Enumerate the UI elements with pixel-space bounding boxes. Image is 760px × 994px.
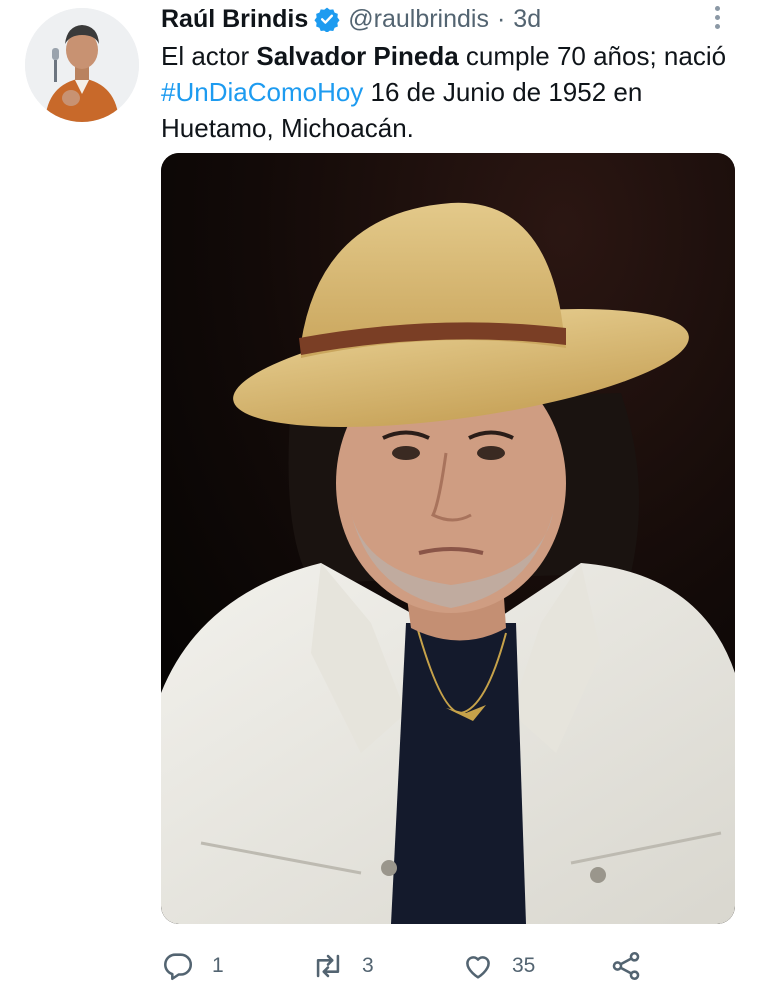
person-avatar-icon [25, 8, 139, 122]
retweet-count: 3 [362, 954, 374, 977]
reply-icon [164, 953, 193, 981]
like-button[interactable]: 35 [461, 940, 535, 992]
heart-icon [466, 956, 490, 979]
verified-badge-icon [314, 7, 340, 32]
retweet-icon [316, 954, 340, 978]
share-button[interactable] [609, 940, 643, 992]
hashtag-link[interactable]: #UnDiaComoHoy [161, 77, 363, 107]
reply-count: 1 [212, 954, 224, 977]
author-avatar[interactable] [25, 8, 139, 122]
author-handle[interactable]: @raulbrindis [348, 5, 489, 34]
tweet-bold-name: Salvador Pineda [256, 41, 459, 71]
like-count: 35 [512, 954, 536, 977]
reply-button[interactable]: 1 [161, 940, 224, 992]
retweet-button[interactable]: 3 [311, 940, 374, 992]
tweet-text-part: El actor [161, 41, 257, 71]
tweet-header: Raúl Brindis @raulbrindis · 3d [161, 2, 541, 36]
tweet-text: El actor Salvador Pineda cumple 70 años;… [161, 38, 741, 146]
tweet-actions: 1 3 35 [161, 940, 681, 992]
tweet-timestamp[interactable]: 3d [513, 5, 541, 34]
portrait-photo [161, 153, 735, 924]
tweet-text-part: cumple 70 años; nació [458, 41, 727, 71]
tweet-photo[interactable] [161, 153, 735, 924]
share-icon [612, 951, 640, 981]
header-separator: · [496, 4, 506, 33]
more-options-icon[interactable] [708, 2, 726, 32]
author-display-name[interactable]: Raúl Brindis [161, 5, 308, 34]
